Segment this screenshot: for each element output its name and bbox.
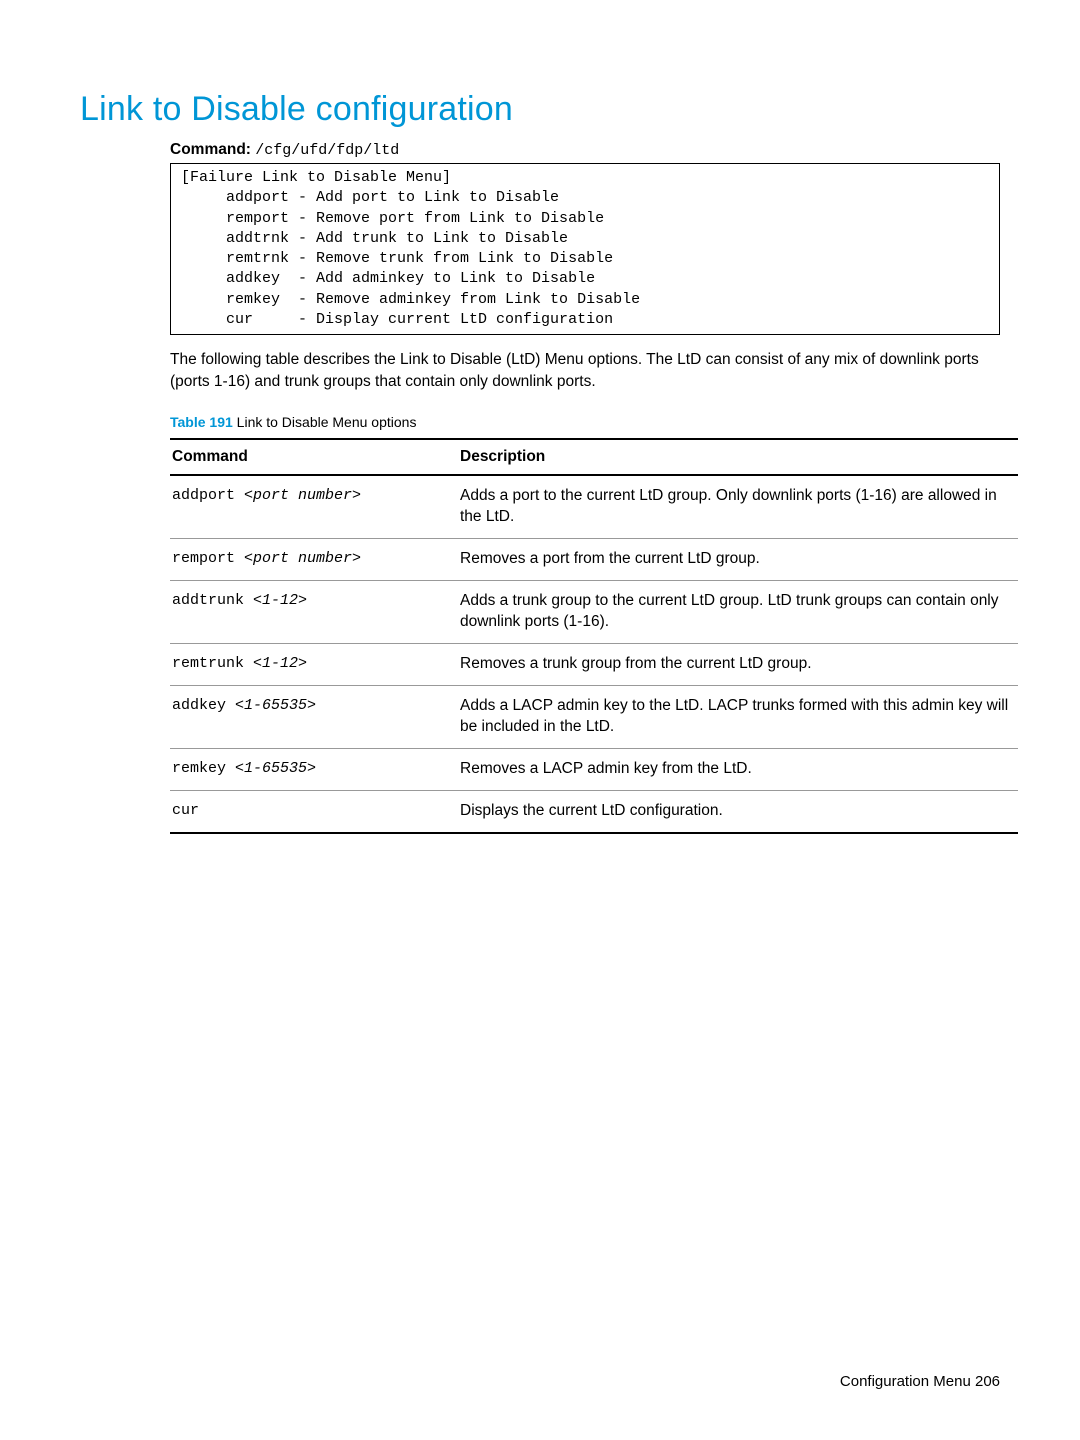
cell-description: Adds a LACP admin key to the LtD. LACP t… bbox=[458, 685, 1018, 748]
table-row: remtrunk <1-12> Removes a trunk group fr… bbox=[170, 643, 1018, 685]
table-row: remkey <1-65535> Removes a LACP admin ke… bbox=[170, 748, 1018, 790]
terminal-block: [Failure Link to Disable Menu] addport -… bbox=[170, 163, 1000, 335]
cell-description: Adds a trunk group to the current LtD gr… bbox=[458, 581, 1018, 644]
page-footer: Configuration Menu 206 bbox=[840, 1373, 1000, 1390]
cell-command: addtrunk <1-12> bbox=[170, 581, 458, 644]
cell-description: Removes a LACP admin key from the LtD. bbox=[458, 748, 1018, 790]
col-header-command: Command bbox=[170, 439, 458, 475]
cell-command: cur bbox=[170, 790, 458, 832]
page: Link to Disable configuration Command: /… bbox=[0, 0, 1080, 1440]
command-path: /cfg/ufd/fdp/ltd bbox=[255, 142, 399, 159]
cell-description: Displays the current LtD configuration. bbox=[458, 790, 1018, 832]
cell-description: Removes a trunk group from the current L… bbox=[458, 643, 1018, 685]
body-paragraph: The following table describes the Link t… bbox=[170, 349, 1000, 392]
table-caption-text: Link to Disable Menu options bbox=[233, 414, 417, 430]
cell-command: remkey <1-65535> bbox=[170, 748, 458, 790]
page-title: Link to Disable configuration bbox=[80, 90, 1000, 129]
table-row: addport <port number> Adds a port to the… bbox=[170, 475, 1018, 538]
table-caption: Table 191 Link to Disable Menu options bbox=[170, 414, 1000, 430]
cell-command: addport <port number> bbox=[170, 475, 458, 538]
cell-command: remtrunk <1-12> bbox=[170, 643, 458, 685]
cell-command: addkey <1-65535> bbox=[170, 685, 458, 748]
table-caption-label: Table 191 bbox=[170, 414, 233, 430]
command-label: Command: bbox=[170, 141, 251, 158]
table-row: addkey <1-65535> Adds a LACP admin key t… bbox=[170, 685, 1018, 748]
table-row: cur Displays the current LtD configurati… bbox=[170, 790, 1018, 832]
cell-description: Adds a port to the current LtD group. On… bbox=[458, 475, 1018, 538]
options-table: Command Description addport <port number… bbox=[170, 438, 1018, 833]
cell-command: remport <port number> bbox=[170, 539, 458, 581]
cell-description: Removes a port from the current LtD grou… bbox=[458, 539, 1018, 581]
command-line: Command: /cfg/ufd/fdp/ltd bbox=[170, 141, 1000, 159]
table-header-row: Command Description bbox=[170, 439, 1018, 475]
col-header-description: Description bbox=[458, 439, 1018, 475]
table-row: remport <port number> Removes a port fro… bbox=[170, 539, 1018, 581]
table-row: addtrunk <1-12> Adds a trunk group to th… bbox=[170, 581, 1018, 644]
